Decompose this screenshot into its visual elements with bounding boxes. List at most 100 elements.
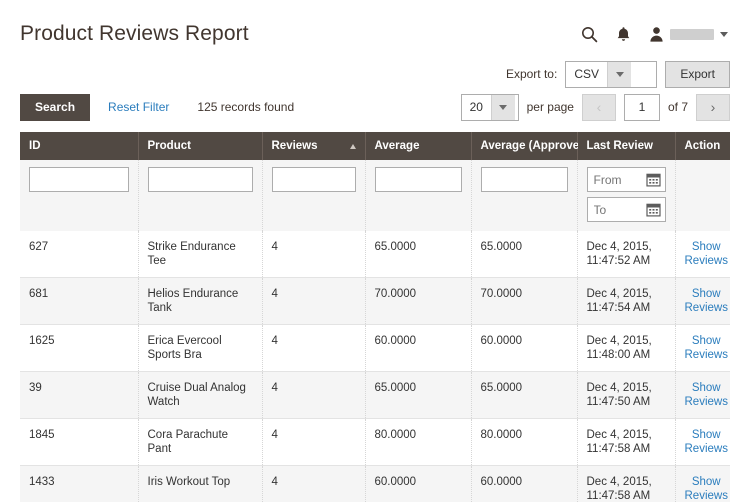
per-page-label: per page (527, 100, 574, 114)
filter-input-average[interactable] (375, 167, 462, 192)
cell-average-approved: 60.0000 (471, 325, 577, 372)
chevron-right-icon: › (711, 100, 716, 114)
cell-average: 60.0000 (365, 325, 471, 372)
cell-reviews: 4 (262, 466, 365, 502)
show-reviews-link[interactable]: Show Reviews (685, 428, 728, 456)
filter-input-average-approved[interactable] (481, 167, 568, 192)
filter-input-reviews[interactable] (272, 167, 356, 192)
export-format-select[interactable]: CSV (565, 61, 657, 88)
column-label: Reviews (272, 140, 318, 152)
table-row: 681Helios Endurance Tank470.000070.0000D… (20, 278, 730, 325)
filter-cell-average (365, 160, 471, 231)
cell-id: 627 (20, 231, 138, 278)
show-reviews-link[interactable]: Show Reviews (685, 381, 728, 409)
cell-action: Show Reviews (675, 231, 730, 278)
column-header-product[interactable]: Product (138, 132, 262, 160)
filter-input-product[interactable] (148, 167, 253, 192)
cell-average-approved: 65.0000 (471, 231, 577, 278)
per-page-value: 20 (462, 95, 491, 120)
table-row: 1433Iris Workout Top460.000060.0000Dec 4… (20, 466, 730, 502)
show-reviews-link[interactable]: Show Reviews (685, 240, 728, 268)
cell-last-review: Dec 4, 2015, 11:47:52 AM (577, 231, 675, 278)
cell-id: 39 (20, 372, 138, 419)
table-row: 39Cruise Dual Analog Watch465.000065.000… (20, 372, 730, 419)
page-header: Product Reviews Report (0, 0, 750, 54)
export-button[interactable]: Export (665, 61, 730, 88)
cell-action: Show Reviews (675, 372, 730, 419)
cell-product: Erica Evercool Sports Bra (138, 325, 262, 372)
column-header-last-review[interactable]: Last Review (577, 132, 675, 160)
column-label: ID (29, 140, 41, 152)
per-page-select[interactable]: 20 (461, 94, 519, 121)
filter-cell-reviews (262, 160, 365, 231)
calendar-icon[interactable] (645, 201, 662, 218)
notifications-bell-icon[interactable] (616, 26, 631, 43)
cell-reviews: 4 (262, 419, 365, 466)
filter-cell-average-approved (471, 160, 577, 231)
account-name-placeholder (670, 29, 714, 40)
cell-average: 80.0000 (365, 419, 471, 466)
cell-average-approved: 70.0000 (471, 278, 577, 325)
column-header-action: Action (675, 132, 730, 160)
search-button[interactable]: Search (20, 94, 90, 121)
show-reviews-link[interactable]: Show Reviews (685, 334, 728, 362)
current-page-input[interactable] (624, 94, 660, 121)
cell-last-review: Dec 4, 2015, 11:47:50 AM (577, 372, 675, 419)
cell-average: 60.0000 (365, 466, 471, 502)
header-icon-group (581, 26, 730, 43)
sort-ascending-icon (350, 144, 356, 149)
column-header-id[interactable]: ID (20, 132, 138, 160)
grid-toolbar: Search Reset Filter 125 records found 20… (0, 86, 750, 122)
pagination-controls: 20 per page ‹ of 7 › (461, 94, 730, 121)
table-row: 627Strike Endurance Tee465.000065.0000De… (20, 231, 730, 278)
cell-average: 65.0000 (365, 231, 471, 278)
cell-last-review: Dec 4, 2015, 11:47:58 AM (577, 466, 675, 502)
column-header-reviews[interactable]: Reviews (262, 132, 365, 160)
user-account-icon (649, 26, 664, 43)
page-title: Product Reviews Report (20, 20, 581, 48)
caret-down-icon (720, 32, 728, 37)
filter-input-id[interactable] (29, 167, 129, 192)
column-label: Action (685, 140, 721, 152)
cell-product: Cora Parachute Pant (138, 419, 262, 466)
cell-reviews: 4 (262, 372, 365, 419)
reset-filter-link[interactable]: Reset Filter (108, 100, 169, 114)
show-reviews-link[interactable]: Show Reviews (685, 287, 728, 315)
table-head: ID Product Reviews Average (20, 132, 730, 231)
column-header-average[interactable]: Average (365, 132, 471, 160)
cell-id: 681 (20, 278, 138, 325)
filter-cell-action (675, 160, 730, 231)
chevron-left-icon: ‹ (597, 100, 602, 114)
cell-product: Strike Endurance Tee (138, 231, 262, 278)
export-format-value: CSV (566, 62, 607, 87)
column-label: Product (148, 140, 191, 152)
cell-average-approved: 60.0000 (471, 466, 577, 502)
column-label: Average (Approved) (481, 140, 591, 152)
cell-reviews: 4 (262, 278, 365, 325)
next-page-button[interactable]: › (696, 94, 730, 121)
cell-action: Show Reviews (675, 466, 730, 502)
product-reviews-report-page: Product Reviews Report (0, 0, 750, 502)
previous-page-button[interactable]: ‹ (582, 94, 616, 121)
product-reviews-table: ID Product Reviews Average (20, 132, 730, 502)
records-found-label: 125 records found (197, 100, 294, 114)
table-row: 1845Cora Parachute Pant480.000080.0000De… (20, 419, 730, 466)
search-icon[interactable] (581, 26, 598, 43)
column-header-average-approved[interactable]: Average (Approved) (471, 132, 577, 160)
filter-cell-product (138, 160, 262, 231)
export-controls: Export to: CSV Export (0, 54, 750, 86)
date-to-field (587, 197, 666, 222)
cell-last-review: Dec 4, 2015, 11:47:58 AM (577, 419, 675, 466)
show-reviews-link[interactable]: Show Reviews (685, 475, 728, 502)
cell-id: 1845 (20, 419, 138, 466)
chevron-down-icon (607, 62, 631, 87)
cell-last-review: Dec 4, 2015, 11:47:54 AM (577, 278, 675, 325)
header-row: ID Product Reviews Average (20, 132, 730, 160)
filter-row (20, 160, 730, 231)
cell-last-review: Dec 4, 2015, 11:48:00 AM (577, 325, 675, 372)
account-menu[interactable] (649, 26, 728, 43)
table-body: 627Strike Endurance Tee465.000065.0000De… (20, 231, 730, 502)
cell-product: Helios Endurance Tank (138, 278, 262, 325)
cell-action: Show Reviews (675, 325, 730, 372)
calendar-icon[interactable] (645, 171, 662, 188)
